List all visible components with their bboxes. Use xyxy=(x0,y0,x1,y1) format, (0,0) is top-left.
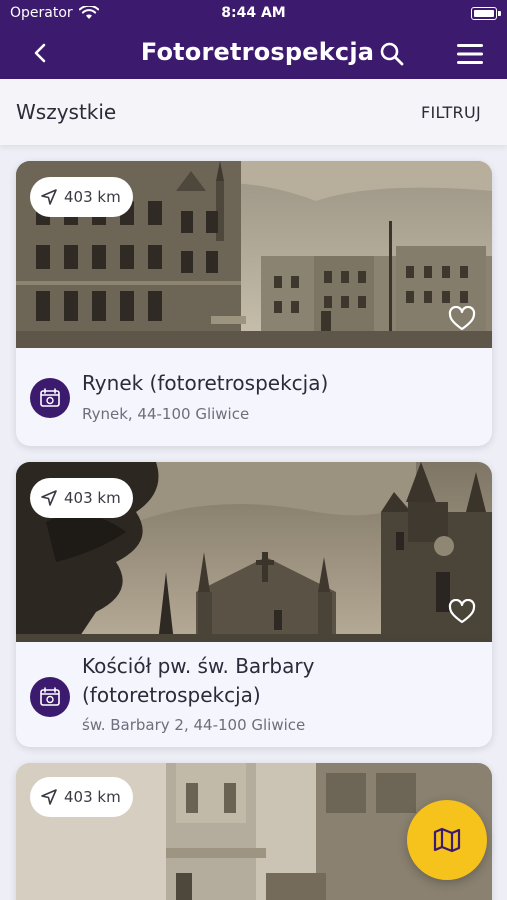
calendar-photo-icon xyxy=(30,677,70,717)
heart-outline-icon[interactable] xyxy=(448,306,476,332)
calendar-photo-icon xyxy=(30,378,70,418)
filter-button[interactable]: FILTRUJ xyxy=(421,103,481,122)
place-info: Rynek (fotoretrospekcja) Rynek, 44-100 G… xyxy=(16,348,492,446)
place-address: Rynek, 44-100 Gliwice xyxy=(82,405,250,423)
place-card[interactable]: 403 km Rynek (fotoretrospekcja) Rynek, 4… xyxy=(16,161,492,446)
place-photo: 403 km xyxy=(16,462,492,642)
status-bar: Operator 8:44 AM xyxy=(0,0,507,28)
status-time: 8:44 AM xyxy=(221,5,286,21)
list-heading: Wszystkie xyxy=(16,100,117,124)
map-button[interactable] xyxy=(407,800,487,880)
place-info: Kościół pw. św. Barbary (fotoretrospekcj… xyxy=(16,642,492,747)
heart-outline-icon[interactable] xyxy=(448,599,476,625)
filter-bar: Wszystkie FILTRUJ xyxy=(0,79,507,145)
battery-tip xyxy=(498,11,501,16)
distance-badge: 403 km xyxy=(30,177,133,217)
location-arrow-icon xyxy=(41,189,57,205)
map-icon xyxy=(433,827,461,853)
place-address: św. Barbary 2, 44-100 Gliwice xyxy=(82,716,306,734)
distance-badge: 403 km xyxy=(30,777,133,817)
page-title: Fotoretrospekcja xyxy=(140,38,375,66)
location-arrow-icon xyxy=(41,490,57,506)
distance-badge: 403 km xyxy=(30,478,133,518)
distance-value: 403 km xyxy=(64,188,121,206)
distance-value: 403 km xyxy=(64,788,121,806)
search-icon[interactable] xyxy=(378,40,406,68)
place-title[interactable]: Rynek (fotoretrospekcja) xyxy=(82,369,472,398)
battery-icon xyxy=(471,7,497,20)
place-photo: 403 km xyxy=(16,161,492,348)
location-arrow-icon xyxy=(41,789,57,805)
place-card[interactable]: 403 km Kościół pw. św. Barbary (fotoretr… xyxy=(16,462,492,747)
hamburger-menu-icon[interactable] xyxy=(456,42,484,66)
place-title[interactable]: Kościół pw. św. Barbary (fotoretrospekcj… xyxy=(82,652,472,710)
navigation-bar: Fotoretrospekcja xyxy=(0,28,507,79)
distance-value: 403 km xyxy=(64,489,121,507)
app-header: Operator 8:44 AM Fotoretrospekcja xyxy=(0,0,507,79)
